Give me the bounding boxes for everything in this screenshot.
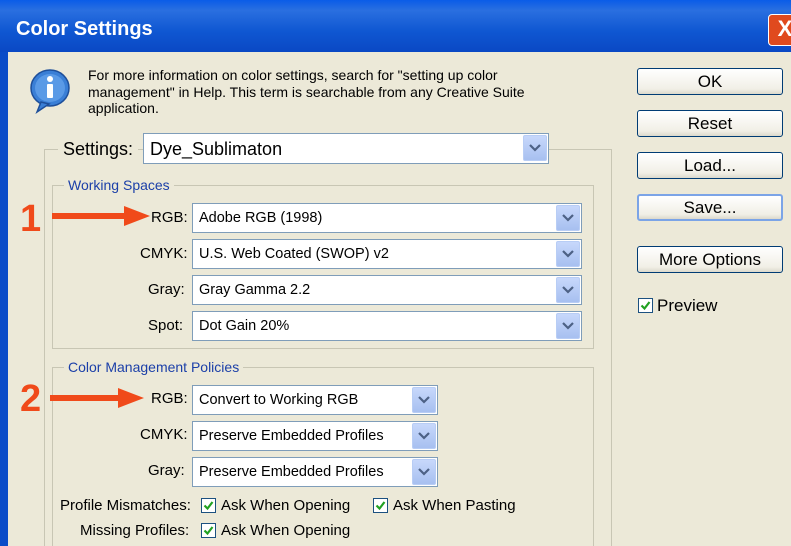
ws-rgb-select[interactable]: Adobe RGB (1998) [192, 203, 582, 233]
chevron-down-icon[interactable] [556, 205, 580, 231]
cmp-gray-label: Gray: [148, 462, 185, 479]
ws-rgb-label: RGB: [151, 209, 188, 226]
missing-open-checkbox[interactable] [201, 523, 216, 538]
cmp-rgb-select[interactable]: Convert to Working RGB [192, 385, 438, 415]
mismatch-paste-label: Ask When Pasting [393, 497, 516, 514]
missing-label: Missing Profiles: [80, 522, 190, 539]
more-options-button[interactable]: More Options [637, 246, 783, 273]
preview-checkbox[interactable] [638, 298, 653, 313]
ws-spot-label: Spot: [148, 317, 184, 334]
ws-gray-select[interactable]: Gray Gamma 2.2 [192, 275, 582, 305]
cmp-gray-select[interactable]: Preserve Embedded Profiles [192, 457, 438, 487]
mismatch-paste-checkbox[interactable] [373, 498, 388, 513]
ok-button[interactable]: OK [637, 68, 783, 95]
chevron-down-icon[interactable] [412, 387, 436, 413]
policies-title: Color Management Policies [64, 359, 244, 375]
settings-select[interactable]: Dye_Sublimaton [143, 133, 549, 164]
reset-button[interactable]: Reset [637, 110, 783, 137]
annotation-number-2: 2 [20, 378, 42, 420]
ws-cmyk-label: CMYK: [140, 245, 188, 262]
window-title: Color Settings [16, 18, 153, 40]
ws-spot-select[interactable]: Dot Gain 20% [192, 311, 582, 341]
cmp-rgb-label: RGB: [151, 390, 188, 407]
annotation-arrow-2 [50, 388, 144, 408]
annotation-arrow-1 [52, 206, 150, 226]
chevron-down-icon[interactable] [556, 241, 580, 267]
cmp-cmyk-select[interactable]: Preserve Embedded Profiles [192, 421, 438, 451]
close-button[interactable]: X [768, 14, 791, 46]
info-icon [30, 69, 70, 114]
annotation-number-1: 1 [20, 198, 42, 240]
window-frame-left [0, 52, 8, 546]
load-button[interactable]: Load... [637, 152, 783, 179]
mismatch-open-checkbox[interactable] [201, 498, 216, 513]
mismatch-label: Profile Mismatches: [60, 497, 191, 514]
missing-open-label: Ask When Opening [221, 522, 351, 539]
ws-gray-label: Gray: [148, 281, 185, 298]
chevron-down-icon[interactable] [523, 135, 547, 161]
info-text: For more information on color settings, … [88, 67, 525, 116]
settings-label: Settings: [58, 139, 139, 160]
save-button[interactable]: Save... [637, 194, 783, 221]
chevron-down-icon[interactable] [556, 313, 580, 339]
cmp-cmyk-label: CMYK: [140, 426, 188, 443]
ws-cmyk-select[interactable]: U.S. Web Coated (SWOP) v2 [192, 239, 582, 269]
chevron-down-icon[interactable] [556, 277, 580, 303]
chevron-down-icon[interactable] [412, 423, 436, 449]
chevron-down-icon[interactable] [412, 459, 436, 485]
color-settings-dialog: Color Settings X For more information on… [0, 0, 791, 546]
working-spaces-title: Working Spaces [64, 177, 174, 193]
mismatch-open-label: Ask When Opening [221, 497, 351, 514]
preview-label: Preview [657, 296, 718, 315]
title-bar: Color Settings X [0, 0, 791, 52]
